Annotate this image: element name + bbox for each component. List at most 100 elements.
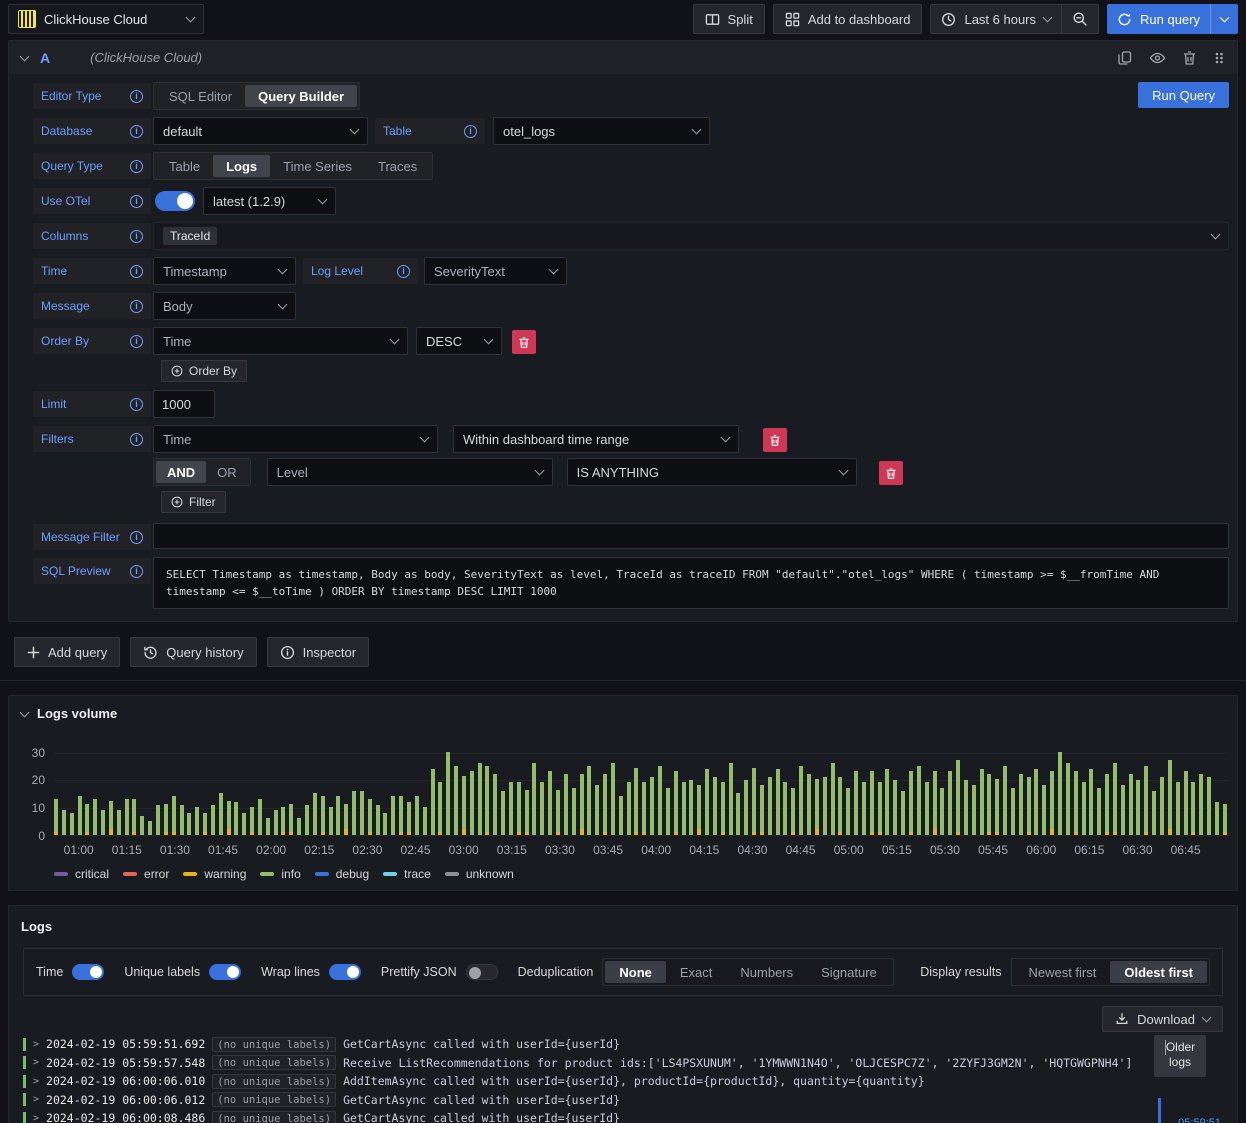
dedup-numbers[interactable]: Numbers	[726, 961, 807, 983]
order-oldest-first[interactable]: Oldest first	[1110, 961, 1207, 983]
order-by-direction-select[interactable]: DESC	[416, 327, 502, 355]
remove-level-filter-button[interactable]	[878, 461, 903, 485]
collapse-logs-volume-chevron-icon[interactable]	[19, 707, 30, 717]
duplicate-query-icon[interactable]	[1117, 50, 1133, 66]
collapse-query-chevron-icon[interactable]	[19, 51, 30, 61]
filter-field-select[interactable]: Time	[153, 425, 438, 453]
log-row[interactable]: >2024-02-19 06:00:06.012 (no unique label…	[23, 1091, 1223, 1110]
legend-item-unknown[interactable]: unknown	[444, 867, 514, 881]
info-icon[interactable]: i	[130, 564, 143, 578]
legend-item-critical[interactable]: critical	[54, 867, 109, 881]
message-column-select[interactable]: Body	[153, 292, 296, 320]
datasource-picker[interactable]: ClickHouse Cloud	[8, 4, 204, 34]
filter-level-operator-select[interactable]: IS ANYTHING	[566, 458, 857, 486]
info-icon[interactable]: i	[130, 397, 143, 411]
info-icon[interactable]: i	[130, 159, 143, 173]
run-query-dropdown[interactable]	[1211, 4, 1238, 34]
legend-item-warning[interactable]: warning	[183, 867, 246, 881]
volume-bar	[1199, 774, 1204, 835]
log-row[interactable]: >2024-02-19 06:00:06.010 (no unique label…	[23, 1072, 1223, 1091]
limit-input[interactable]	[153, 390, 215, 418]
run-query-button[interactable]: Run query	[1107, 4, 1210, 34]
info-icon[interactable]: i	[130, 89, 143, 103]
delete-query-trash-icon[interactable]	[1182, 50, 1197, 66]
info-icon[interactable]: i	[397, 264, 410, 278]
columns-multiselect[interactable]: TraceId	[153, 222, 1229, 250]
inspector-button[interactable]: Inspector	[266, 637, 370, 667]
use-otel-toggle[interactable]	[155, 191, 195, 211]
split-button[interactable]: Split	[692, 4, 765, 34]
download-label: Download	[1137, 1011, 1195, 1027]
dedup-signature[interactable]: Signature	[807, 961, 891, 983]
hide-query-eye-icon[interactable]	[1149, 50, 1166, 66]
expand-chevron-icon[interactable]: >	[33, 1057, 39, 1068]
add-to-dashboard-button[interactable]: Add to dashboard	[772, 4, 923, 34]
volume-bar	[226, 801, 231, 835]
otel-version-select[interactable]: latest (1.2.9)	[203, 187, 336, 215]
expand-chevron-icon[interactable]: >	[33, 1076, 39, 1087]
add-query-button[interactable]: Add query	[14, 637, 121, 667]
prettify-json-toggle[interactable]	[465, 964, 498, 980]
query-type-traces[interactable]: Traces	[365, 155, 430, 177]
older-logs-button[interactable]: Older logs	[1154, 1035, 1206, 1077]
log-labels-chip: (no unique labels)	[212, 1036, 337, 1052]
editor-type-query-builder[interactable]: Query Builder	[245, 85, 358, 107]
expand-chevron-icon[interactable]: >	[33, 1039, 39, 1050]
editor-type-sql-editor[interactable]: SQL Editor	[156, 85, 245, 107]
time-toggle[interactable]	[72, 964, 105, 980]
conjunction-or[interactable]: OR	[206, 461, 248, 483]
time-column-select[interactable]: Timestamp	[153, 257, 296, 285]
chart-plot-area[interactable]	[54, 752, 1229, 836]
query-type-table[interactable]: Table	[156, 155, 213, 177]
chevron-down-icon	[185, 12, 196, 23]
legend-item-trace[interactable]: trace	[383, 867, 431, 881]
add-filter-button[interactable]: Filter	[161, 491, 226, 513]
add-order-by-button[interactable]: Order By	[161, 360, 248, 382]
column-chip[interactable]: TraceId	[163, 227, 218, 245]
drag-handle-icon[interactable]	[1213, 50, 1225, 66]
info-icon[interactable]: i	[130, 264, 143, 278]
log-row[interactable]: >2024-02-19 06:00:08.486 (no unique label…	[23, 1109, 1223, 1123]
order-by-field-select[interactable]: Time	[153, 327, 408, 355]
conjunction-and[interactable]: AND	[156, 461, 207, 483]
expand-chevron-icon[interactable]: >	[33, 1113, 39, 1123]
scroll-position-indicator[interactable]	[1158, 1098, 1161, 1123]
filter-level-field-select[interactable]: Level	[266, 458, 553, 486]
info-icon[interactable]: i	[130, 229, 143, 243]
log-level-select[interactable]: SeverityText	[424, 257, 567, 285]
info-icon[interactable]: i	[130, 194, 143, 208]
dedup-exact[interactable]: Exact	[666, 961, 727, 983]
legend-item-debug[interactable]: debug	[314, 867, 369, 881]
dedup-none[interactable]: None	[605, 961, 666, 983]
info-icon[interactable]: i	[130, 299, 143, 313]
remove-filter-button[interactable]	[763, 428, 787, 452]
panel-run-query-button[interactable]: Run Query	[1138, 82, 1229, 108]
query-type-time-series[interactable]: Time Series	[270, 155, 365, 177]
volume-bar	[689, 780, 694, 835]
unique-labels-toggle[interactable]	[209, 964, 242, 980]
volume-bar	[595, 785, 600, 835]
legend-item-info[interactable]: info	[260, 867, 301, 881]
time-range-button[interactable]: Last 6 hours	[931, 5, 1061, 33]
expand-chevron-icon[interactable]: >	[33, 1094, 39, 1105]
remove-order-by-button[interactable]	[512, 330, 536, 354]
order-newest-first[interactable]: Newest first	[1014, 961, 1110, 983]
info-icon[interactable]: i	[464, 124, 477, 138]
info-icon[interactable]: i	[130, 530, 143, 544]
query-history-button[interactable]: Query history	[130, 637, 257, 667]
log-row[interactable]: >2024-02-19 05:59:51.692 (no unique label…	[23, 1035, 1223, 1054]
query-type-logs[interactable]: Logs	[213, 155, 271, 177]
info-icon[interactable]: i	[130, 124, 143, 138]
legend-item-error[interactable]: error	[123, 867, 169, 881]
download-button[interactable]: Download	[1102, 1006, 1223, 1032]
table-select[interactable]: otel_logs	[493, 117, 710, 145]
filter-operator-select[interactable]: Within dashboard time range	[453, 425, 739, 453]
volume-bar	[916, 766, 921, 835]
message-filter-input[interactable]	[153, 523, 1229, 549]
database-select[interactable]: default	[153, 117, 368, 145]
log-row[interactable]: >2024-02-19 05:59:57.548 (no unique label…	[23, 1054, 1223, 1073]
info-icon[interactable]: i	[130, 432, 143, 446]
info-icon[interactable]: i	[130, 334, 143, 348]
zoom-out-button[interactable]	[1062, 5, 1098, 33]
wrap-lines-toggle[interactable]	[328, 964, 361, 980]
